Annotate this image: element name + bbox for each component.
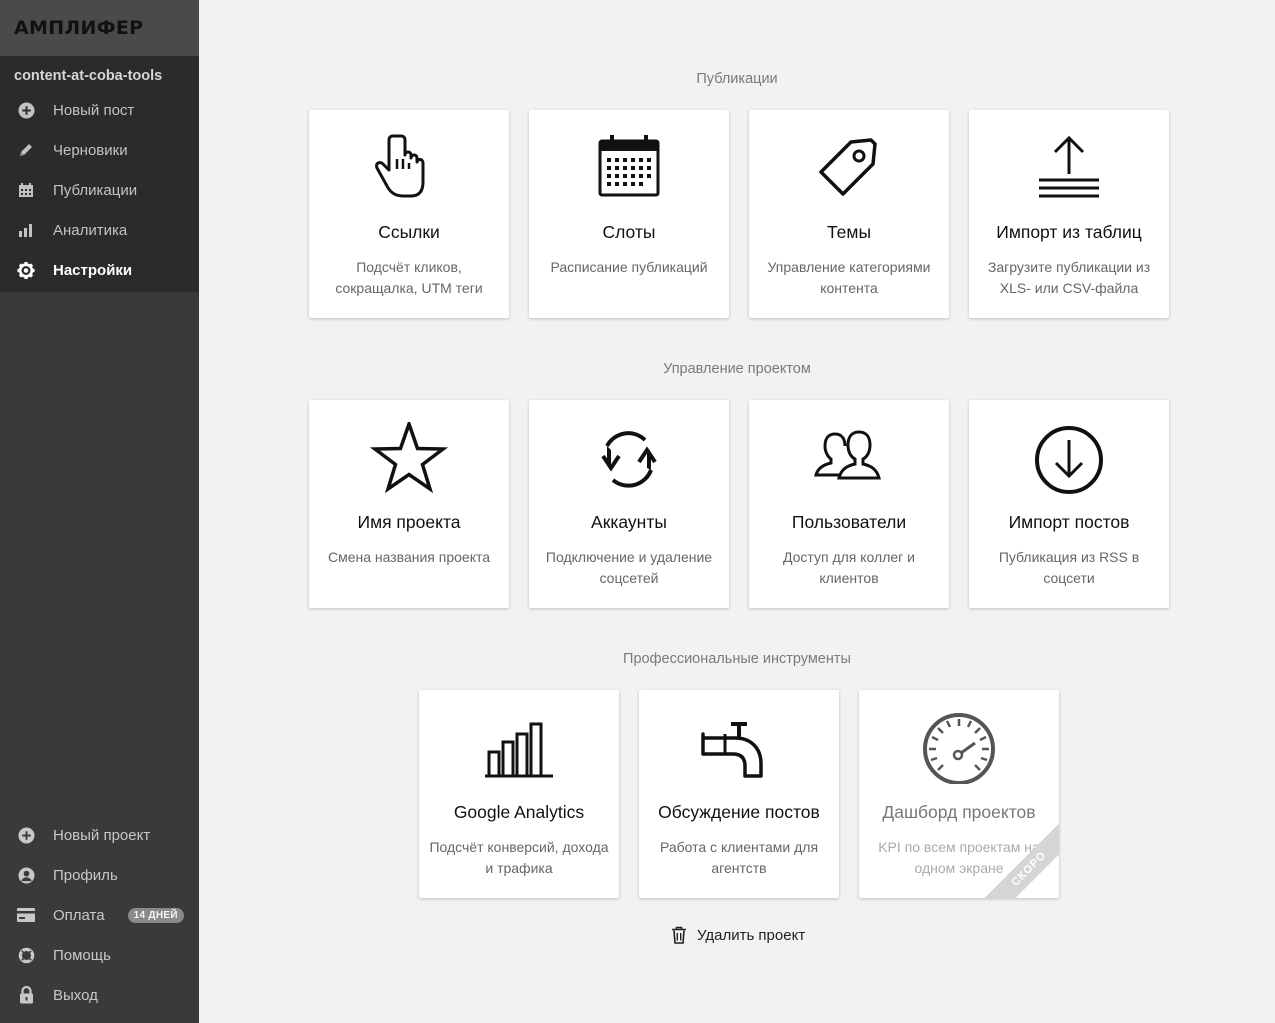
card-description: Загрузите публикации из XLS- или CSV-фай… bbox=[987, 259, 1151, 296]
sidebar-item-drafts[interactable]: Черновики bbox=[0, 130, 199, 170]
pencil-icon bbox=[17, 141, 35, 159]
card-title: Дашборд проектов bbox=[882, 802, 1036, 822]
sidebar-item-label: Черновики bbox=[53, 141, 128, 159]
card-description: Подключение и удаление соцсетей bbox=[545, 549, 713, 586]
sidebar: АМПЛИФЕР content-at-coba-tools Новый пос… bbox=[0, 0, 199, 1023]
card-description: Публикация из RSS в соцсети bbox=[998, 549, 1140, 586]
sidebar-item-new-post[interactable]: Новый пост bbox=[0, 90, 199, 130]
card-description: Работа с клиентами для агентств bbox=[659, 839, 819, 876]
card-description: Подсчёт кликов, сокращалка, UTM теги bbox=[335, 259, 483, 296]
project-name[interactable]: content-at-coba-tools bbox=[0, 68, 199, 84]
sidebar-item-new-project[interactable]: Новый проект bbox=[0, 815, 199, 855]
sidebar-item-analytics[interactable]: Аналитика bbox=[0, 210, 199, 250]
card-links[interactable]: Ссылки Подсчёт кликов, сокращалка, UTM т… bbox=[309, 110, 509, 318]
section-title-publications: Публикации bbox=[696, 71, 778, 87]
sidebar-item-help[interactable]: Помощь bbox=[0, 935, 199, 975]
card-title: Импорт постов bbox=[1008, 512, 1130, 532]
lifebuoy-icon bbox=[17, 946, 35, 964]
card-slots[interactable]: Слоты Расписание публикаций bbox=[529, 110, 729, 318]
section-title-project: Управление проектом bbox=[663, 361, 811, 377]
card-title: Ссылки bbox=[378, 222, 440, 242]
logo-bar: АМПЛИФЕР bbox=[0, 0, 199, 56]
card-title: Аккаунты bbox=[591, 512, 667, 532]
card-title: Google Analytics bbox=[453, 802, 585, 822]
sidebar-item-label: Новый проект bbox=[53, 826, 151, 844]
card-title: Темы bbox=[826, 222, 872, 242]
calendar-icon bbox=[598, 135, 660, 197]
card-import-posts[interactable]: Импорт постов Публикация из RSS в соцсет… bbox=[969, 400, 1169, 608]
sidebar-item-publications[interactable]: Публикации bbox=[0, 170, 199, 210]
delete-project-label: Удалить проект bbox=[697, 926, 806, 944]
card-title: Слоты bbox=[602, 222, 656, 242]
card-post-discussion[interactable]: Обсуждение постов Работа с клиентами для… bbox=[639, 690, 839, 898]
card-topics[interactable]: Темы Управление категориями контента bbox=[749, 110, 949, 318]
plus-circle-icon bbox=[17, 826, 35, 844]
star-icon bbox=[369, 422, 449, 494]
card-google-analytics[interactable]: Google Analytics Подсчёт конверсий, дохо… bbox=[419, 690, 619, 898]
bar-chart-icon bbox=[17, 221, 35, 239]
gear-icon bbox=[17, 261, 35, 279]
card-description: Расписание публикаций bbox=[550, 259, 708, 275]
card-project-name[interactable]: Имя проекта Смена названия проекта bbox=[309, 400, 509, 608]
calendar-icon bbox=[17, 181, 35, 199]
plus-circle-icon bbox=[17, 101, 35, 119]
sidebar-item-label: Выход bbox=[53, 986, 98, 1004]
trial-days-badge: 14 ДНЕЙ bbox=[127, 907, 184, 923]
section-title-pro: Профессиональные инструменты bbox=[623, 651, 851, 667]
sidebar-item-label: Профиль bbox=[53, 866, 118, 884]
download-circle-icon bbox=[1035, 426, 1103, 494]
card-accounts[interactable]: Аккаунты Подключение и удаление соцсетей bbox=[529, 400, 729, 608]
sidebar-item-label: Оплата bbox=[53, 906, 105, 924]
user-icon bbox=[17, 866, 35, 884]
trash-icon bbox=[672, 926, 686, 944]
card-title: Импорт из таблиц bbox=[996, 222, 1142, 242]
card-description: Управление категориями контента bbox=[767, 259, 931, 296]
card-projects-dashboard[interactable]: Дашборд проектов KPI по всем проектам на… bbox=[859, 690, 1059, 898]
tag-icon bbox=[819, 138, 877, 196]
sidebar-item-label: Настройки bbox=[53, 261, 133, 279]
sidebar-item-settings[interactable]: Настройки bbox=[0, 250, 199, 290]
upload-icon bbox=[1039, 135, 1099, 198]
card-users[interactable]: Пользователи Доступ для коллег и клиенто… bbox=[749, 400, 949, 608]
card-import-tables[interactable]: Импорт из таблиц Загрузите публикации из… bbox=[969, 110, 1169, 318]
users-icon bbox=[814, 430, 881, 480]
bar-chart-icon bbox=[485, 722, 553, 778]
sidebar-item-label: Публикации bbox=[53, 181, 138, 199]
card-title: Обсуждение постов bbox=[658, 802, 820, 822]
sidebar-item-label: Аналитика bbox=[53, 221, 128, 239]
sidebar-item-label: Помощь bbox=[53, 946, 111, 964]
pipe-valve-icon bbox=[701, 722, 763, 778]
app-logo[interactable]: АМПЛИФЕР bbox=[14, 17, 143, 39]
sidebar-bottom-menu: Новый проект Профиль Оплата 14 ДНЕЙ Помо… bbox=[0, 815, 199, 1015]
lock-icon bbox=[17, 986, 35, 1004]
sidebar-item-label: Новый пост bbox=[53, 101, 135, 119]
card-description: Подсчёт конверсий, дохода и трафика bbox=[429, 839, 609, 876]
card-description: Доступ для коллег и клиентов bbox=[783, 549, 915, 586]
refresh-icon bbox=[601, 431, 657, 488]
card-title: Имя проекта bbox=[357, 512, 461, 532]
speedometer-icon bbox=[923, 713, 995, 784]
project-menu: content-at-coba-tools Новый пост Чернови… bbox=[0, 56, 199, 292]
sidebar-item-billing[interactable]: Оплата 14 ДНЕЙ bbox=[0, 895, 199, 935]
sidebar-item-logout[interactable]: Выход bbox=[0, 975, 199, 1015]
delete-project-link[interactable]: Удалить проект bbox=[671, 926, 805, 944]
card-title: Пользователи bbox=[791, 512, 907, 532]
pointer-hand-icon bbox=[375, 134, 425, 198]
card-description: Смена названия проекта bbox=[327, 549, 491, 565]
sidebar-item-profile[interactable]: Профиль bbox=[0, 855, 199, 895]
credit-card-icon bbox=[17, 906, 35, 924]
